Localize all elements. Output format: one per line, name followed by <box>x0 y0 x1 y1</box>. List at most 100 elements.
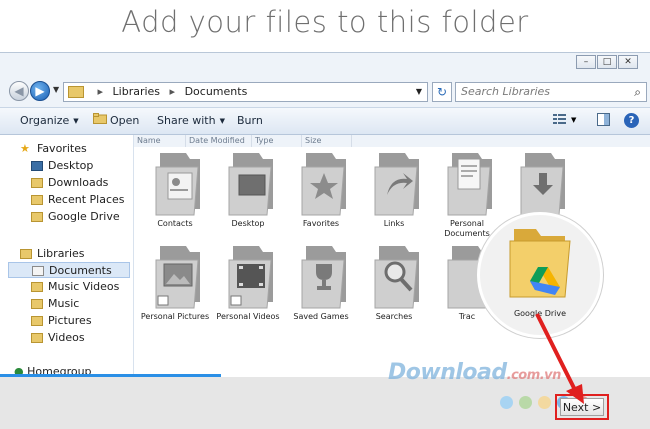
nav-favorites-label: Favorites <box>37 142 87 155</box>
recent-places-icon <box>31 195 43 205</box>
tile-label: Searches <box>375 312 413 321</box>
breadcrumb-documents[interactable]: Documents <box>185 85 248 98</box>
spotlight-label: Google Drive <box>513 309 567 318</box>
address-bar[interactable]: ▸ Libraries ▸ Documents ▼ <box>63 82 428 102</box>
breadcrumb-sep-icon: ▸ <box>97 85 104 98</box>
chevron-down-icon[interactable]: ▼ <box>416 83 422 101</box>
searches-folder-icon <box>374 246 419 309</box>
column-type[interactable]: Type <box>252 135 302 147</box>
folder-desktop[interactable]: Desktop <box>212 149 284 229</box>
documents-folder-icon <box>447 153 492 216</box>
organize-button[interactable]: Organize ▼ <box>20 114 79 127</box>
preview-pane-icon[interactable] <box>597 113 610 129</box>
nav-libraries-label: Libraries <box>37 247 85 260</box>
links-folder-icon <box>374 153 419 216</box>
column-name[interactable]: Name <box>134 135 186 147</box>
nav-google-drive[interactable]: Google Drive <box>31 209 120 225</box>
folder-personal-videos[interactable]: Personal Videos <box>212 242 284 322</box>
watermark: Download.com.vn <box>388 360 561 385</box>
tile-label: Saved Games <box>293 312 349 321</box>
window-controls: – □ ✕ <box>575 55 638 69</box>
videos-folder-icon <box>228 246 273 309</box>
share-with-button[interactable]: Share with ▼ <box>157 114 225 127</box>
step-dot <box>519 396 532 409</box>
folder-downloads[interactable] <box>504 149 576 219</box>
history-dropdown-icon[interactable]: ▼ <box>53 85 59 94</box>
breadcrumb-libraries[interactable]: Libraries <box>113 85 161 98</box>
tile-label: Links <box>383 219 405 228</box>
pictures-icon <box>31 316 43 326</box>
tile-label: Personal Videos <box>216 312 280 321</box>
nav-downloads[interactable]: Downloads <box>31 175 108 191</box>
help-icon[interactable]: ? <box>624 113 639 128</box>
downloads-icon <box>31 178 43 188</box>
nav-libraries[interactable]: Libraries <box>20 246 85 262</box>
nav-documents-label: Documents <box>49 264 112 277</box>
command-bar: Organize ▼ Open Share with ▼ Burn ▼ ? <box>0 107 650 135</box>
forward-button[interactable]: ▶ <box>30 81 50 101</box>
folder-icon <box>68 86 84 98</box>
folder-personal-pictures[interactable]: Personal Pictures <box>139 242 211 322</box>
chevron-down-icon[interactable]: ▼ <box>571 116 576 124</box>
nav-recent-places[interactable]: Recent Places <box>31 192 125 208</box>
nav-documents[interactable]: Documents <box>8 262 130 278</box>
nav-gdrive-label: Google Drive <box>48 210 120 223</box>
chevron-down-icon: ▼ <box>73 117 79 125</box>
tile-label: Desktop <box>231 219 265 228</box>
star-icon: ★ <box>20 142 30 155</box>
nav-videos[interactable]: Videos <box>31 330 85 346</box>
google-drive-folder-icon <box>31 212 43 222</box>
favorites-folder-icon <box>301 153 346 216</box>
folder-saved-games[interactable]: Saved Games <box>285 242 357 322</box>
column-size[interactable]: Size <box>302 135 352 147</box>
column-headers: Name Date Modified Type Size <box>134 135 650 147</box>
search-placeholder: Search Libraries <box>461 85 551 98</box>
nav-favorites[interactable]: ★ Favorites <box>20 141 87 157</box>
downloads-folder-icon <box>520 153 565 216</box>
next-button[interactable]: Next > <box>560 398 604 416</box>
folder-links[interactable]: Links <box>358 149 430 229</box>
burn-button[interactable]: Burn <box>237 114 263 127</box>
music-icon <box>31 299 43 309</box>
search-icon[interactable]: ⌕ <box>634 83 641 101</box>
refresh-icon[interactable]: ↻ <box>432 82 452 102</box>
minimize-button[interactable]: – <box>576 55 596 69</box>
organize-label: Organize <box>20 114 70 127</box>
watermark-main: Download <box>388 360 507 385</box>
folder-searches[interactable]: Searches <box>358 242 430 322</box>
chevron-down-icon: ▼ <box>219 117 225 125</box>
music-videos-icon <box>31 282 43 292</box>
google-drive-spotlight[interactable]: Google Drive <box>477 212 603 338</box>
watermark-suffix: .com.vn <box>506 368 562 383</box>
back-button[interactable]: ◀ <box>9 81 29 101</box>
nav-desktop-label: Desktop <box>48 159 94 172</box>
step-dot <box>500 396 513 409</box>
nav-music-videos[interactable]: Music Videos <box>31 279 119 295</box>
desktop-folder-icon <box>228 153 273 216</box>
open-button[interactable]: Open <box>110 114 139 127</box>
tile-label: Favorites <box>302 219 340 228</box>
nav-desktop[interactable]: Desktop <box>31 158 93 174</box>
videos-icon <box>31 333 43 343</box>
breadcrumb-sep-icon: ▸ <box>169 85 176 98</box>
column-date-modified[interactable]: Date Modified <box>186 135 252 147</box>
search-input[interactable]: Search Libraries ⌕ <box>455 82 647 102</box>
maximize-button[interactable]: □ <box>597 55 617 69</box>
nav-music-label: Music <box>48 297 80 310</box>
nav-pictures[interactable]: Pictures <box>31 313 92 329</box>
tile-label: Personal Pictures <box>140 312 210 321</box>
saved-games-folder-icon <box>301 246 346 309</box>
folder-contacts[interactable]: Contacts <box>139 149 211 229</box>
desktop-icon <box>31 161 43 171</box>
page-title: Add your files to this folder <box>121 5 529 39</box>
documents-icon <box>32 266 44 276</box>
nav-downloads-label: Downloads <box>48 176 109 189</box>
view-options-icon[interactable] <box>553 113 566 128</box>
navigation-pane: ★ Favorites Desktop Downloads Recent Plac… <box>0 135 134 377</box>
nav-music-videos-label: Music Videos <box>48 280 120 293</box>
address-row: ◀ ▶ ▼ ▸ Libraries ▸ Documents ▼ ↻ Search… <box>0 79 650 105</box>
share-label: Share with <box>157 114 216 127</box>
close-button[interactable]: ✕ <box>618 55 638 69</box>
nav-music[interactable]: Music <box>31 296 79 312</box>
folder-favorites[interactable]: Favorites <box>285 149 357 229</box>
